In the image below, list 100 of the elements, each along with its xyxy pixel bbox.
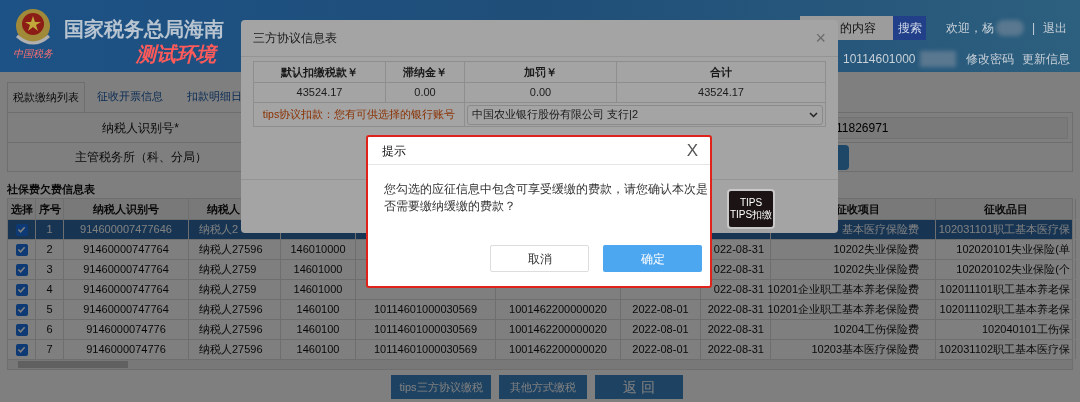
environment-label: 测试环境 <box>136 42 219 66</box>
table-cell-text: 146010000 <box>290 242 346 258</box>
table-cell-text: 102011102职工基本养老保 <box>939 302 1070 318</box>
table-cell-text: 10201企业职工基本养老保险费 <box>767 282 919 298</box>
scrollbar-thumb[interactable] <box>18 361 128 368</box>
table-cell-text: 0.00 <box>529 85 552 101</box>
table-cell-text: 4 <box>46 282 53 298</box>
table-cell-text: 2022-08-31 <box>707 342 764 358</box>
field-label: 纳税人识别号* <box>102 119 179 137</box>
table-cell-text: 102020102失业保险(个 <box>956 262 1070 278</box>
table-cell-text: 102031102职工基本医疗保 <box>938 342 1070 358</box>
table-cell-text: 1460100 <box>296 342 340 358</box>
account-number: 10114601000 <box>843 51 916 68</box>
bank-account-select[interactable]: 中国农业银行股份有限公司 支行|2 <box>467 104 823 125</box>
table-cell-text: 91460000747764 <box>83 242 169 258</box>
search-button[interactable]: 搜索 <box>893 16 926 40</box>
section-title: 社保费欠费信息表 <box>7 182 95 197</box>
table-cell-text: 2022-08-31 <box>707 302 764 318</box>
table-cell-text: 1001462200000020 <box>509 322 607 338</box>
table-cell-text: 43524.17 <box>698 85 744 101</box>
column-header: 纳税人 <box>207 201 240 217</box>
tab[interactable]: 征收开票信息 <box>85 82 175 112</box>
tab[interactable]: 税款缴纳列表 <box>7 82 85 112</box>
emblem-caption: 中国税务 <box>13 48 53 60</box>
dialog-title: 提示 <box>382 142 406 160</box>
table-cell-text: 1 <box>46 222 53 238</box>
checkbox[interactable] <box>15 323 28 336</box>
table-cell-text: 2022-08-31 <box>707 322 764 338</box>
table-cell-text: 10201企业职工基本养老保险费 <box>767 302 919 318</box>
table-cell-text: 纳税人2 <box>199 222 239 238</box>
cancel-button[interactable]: 取消 <box>490 245 589 272</box>
table-cell-text: 2022-08-01 <box>632 322 689 338</box>
table-cell-text: 5 <box>46 302 53 318</box>
table-cell-text: 1460100 <box>296 302 340 318</box>
column-header: 纳税人识别号 <box>93 201 159 217</box>
table-cell-text: 1460100 <box>296 322 340 338</box>
tab[interactable]: 扣款明细日 <box>175 82 242 112</box>
table-cell-text: 10204工伤保险费 <box>833 322 919 338</box>
table-cell-text: 10114601000030569 <box>373 302 478 318</box>
checkbox[interactable] <box>15 343 28 356</box>
header-link[interactable]: 修改密码 <box>965 50 1014 68</box>
column-header: 选择 <box>10 201 33 217</box>
table-cell-text: 102031101职工基本医疗保 <box>938 222 1070 238</box>
table-cell-text: 91460000747764 <box>83 262 169 278</box>
dialog-title: 三方协议信息表 <box>253 30 337 47</box>
close-button[interactable]: X <box>686 142 698 159</box>
column-header: 征收品目 <box>983 201 1028 217</box>
table-cell-text: 2 <box>46 242 53 258</box>
column-header: 合计 <box>710 64 732 80</box>
table-cell-text: 022-08-31 <box>713 282 764 298</box>
table-cell-text: 纳税人2759 <box>199 282 257 298</box>
column-header: 滞纳金￥ <box>403 64 447 80</box>
table-cell-text: 2022-08-01 <box>632 302 689 318</box>
welcome-text: 欢迎，杨 <box>946 20 994 37</box>
table-cell-text: 10202失业保险费 <box>833 262 919 278</box>
header-link[interactable]: 更新信息 <box>1021 50 1070 68</box>
table-cell-text: 9146000074776 <box>86 342 166 358</box>
table-cell-text: 14601000 <box>293 262 343 278</box>
table-cell-text: 9146000074776 <box>86 322 166 338</box>
table-cell-text: 纳税人2759 <box>199 262 257 278</box>
action-button[interactable]: 返 回 <box>595 375 683 399</box>
action-button[interactable]: 其他方式缴税 <box>499 375 587 399</box>
badge-label: TIPS <box>739 197 763 209</box>
table-cell-text: 10203基本医疗保险费 <box>811 342 919 358</box>
table-cell-text: 10202失业保险费 <box>833 242 919 258</box>
table-cell-text: 纳税人27596 <box>199 242 263 258</box>
checkbox[interactable] <box>15 303 28 316</box>
table-cell-text: 6 <box>46 322 53 338</box>
confirm-button[interactable]: 确定 <box>603 245 702 272</box>
column-header: 默认扣缴税款￥ <box>281 64 358 80</box>
checkbox[interactable] <box>15 263 28 276</box>
logout-link[interactable]: 退出 <box>1043 19 1068 37</box>
horizontal-scrollbar[interactable] <box>7 360 1073 370</box>
checkbox[interactable] <box>15 283 28 296</box>
separator-text: | <box>1032 20 1036 37</box>
badge-caption: TIPS扣缴 <box>729 209 773 221</box>
checkbox[interactable] <box>15 243 28 256</box>
tips-badge[interactable]: TIPS TIPS扣缴 <box>727 189 775 229</box>
select-value: 中国农业银行股份有限公司 支行|2 <box>472 107 639 123</box>
table-cell-text: 022-08-31 <box>713 262 764 278</box>
field-label: 主管税务所（科、分局） <box>74 149 207 166</box>
site-title: 国家税务总局海南 <box>64 17 224 42</box>
table-cell-text: 3 <box>46 262 53 278</box>
table-cell-text: 914600007477646 <box>80 222 172 238</box>
column-header: 加罚￥ <box>524 64 557 80</box>
table-cell-text: 基本医疗保险费 <box>842 222 919 238</box>
prompt-message: 您勾选的应征信息中包含可享受缓缴的费款，请您确认本次是否需要缴纳缓缴的费款？ <box>384 182 709 214</box>
table-cell-text: 102011101职工基本养老保 <box>939 282 1070 298</box>
table-cell-text: 1001462200000020 <box>509 302 607 318</box>
table-cell-text: 2022-08-01 <box>632 342 689 358</box>
table-cell-text: 纳税人27596 <box>199 302 263 318</box>
redaction-block <box>919 51 956 67</box>
checkbox[interactable] <box>15 223 28 236</box>
table-cell-text: 纳税人27596 <box>199 342 263 358</box>
table-cell-text: 1001462200000020 <box>509 342 607 358</box>
table-cell-text: 10114601000030569 <box>373 342 478 358</box>
table-cell-text: 102020101失业保险(单 <box>956 242 1070 258</box>
table-cell-text: 0.00 <box>414 85 436 101</box>
table-cell-text: 14601000 <box>293 282 343 298</box>
table-cell-text: 7 <box>46 342 53 358</box>
